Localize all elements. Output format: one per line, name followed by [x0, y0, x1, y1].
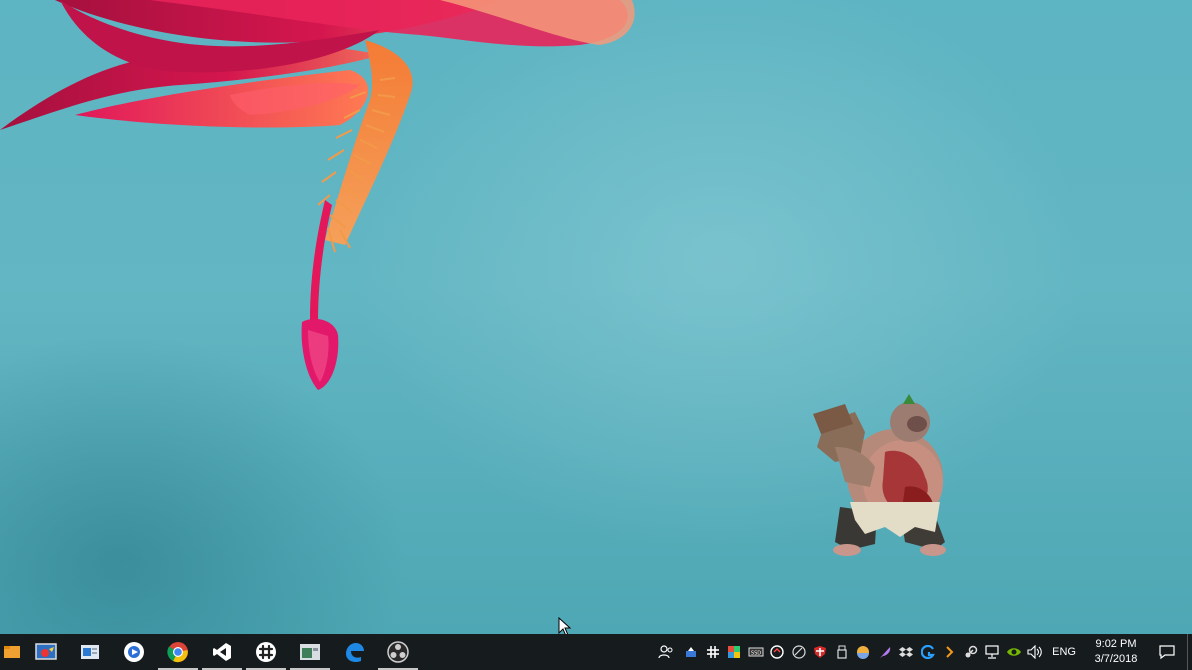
ssd-icon[interactable]: SSD — [745, 634, 767, 670]
flower-wallpaper-image — [0, 0, 635, 390]
pudge-desktop-icon[interactable] — [805, 392, 955, 562]
svg-text:SSD: SSD — [751, 651, 761, 657]
office-icon[interactable] — [724, 634, 746, 670]
chevron-icon[interactable] — [939, 634, 961, 670]
people-icon[interactable] — [651, 634, 681, 670]
security-shield-icon[interactable] — [810, 634, 832, 670]
meeting-icon[interactable] — [788, 634, 810, 670]
dropbox-icon[interactable] — [896, 634, 918, 670]
steam-icon[interactable] — [960, 634, 982, 670]
visual-studio-icon[interactable] — [200, 634, 244, 670]
input-language-indicator[interactable]: ENG — [1046, 634, 1085, 670]
logitech-icon[interactable] — [917, 634, 939, 670]
folder-app-icon[interactable] — [0, 634, 24, 670]
weather-icon[interactable] — [853, 634, 875, 670]
media-player-icon[interactable] — [112, 634, 156, 670]
desktop[interactable] — [0, 0, 1192, 634]
nvidia-icon[interactable] — [1003, 634, 1025, 670]
system-tray: SSD ENG 9:02 PM 3/7/2018 — [651, 634, 1192, 670]
obs-icon[interactable] — [376, 634, 420, 670]
slack-icon[interactable] — [244, 634, 288, 670]
show-desktop-button[interactable] — [1187, 634, 1192, 670]
chrome-icon[interactable] — [156, 634, 200, 670]
clock-date: 3/7/2018 — [1094, 653, 1138, 665]
action-center-icon[interactable] — [1147, 634, 1187, 670]
feather-icon[interactable] — [874, 634, 896, 670]
sync-icon[interactable] — [767, 634, 789, 670]
volume-icon[interactable] — [1025, 634, 1047, 670]
network-icon[interactable] — [982, 634, 1004, 670]
screen-capture-icon[interactable] — [24, 634, 68, 670]
edge-icon[interactable] — [332, 634, 376, 670]
clock[interactable]: 9:02 PM 3/7/2018 — [1085, 637, 1147, 667]
mouse-cursor — [558, 617, 572, 634]
slack-tray-icon[interactable] — [702, 634, 724, 670]
terminal-window-icon[interactable] — [288, 634, 332, 670]
network-drive-icon[interactable] — [681, 634, 703, 670]
usb-icon[interactable] — [831, 634, 853, 670]
taskbar: SSD ENG 9:02 PM 3/7/2018 — [0, 634, 1192, 670]
file-explorer-icon[interactable] — [68, 634, 112, 670]
clock-time: 9:02 PM — [1095, 638, 1137, 650]
